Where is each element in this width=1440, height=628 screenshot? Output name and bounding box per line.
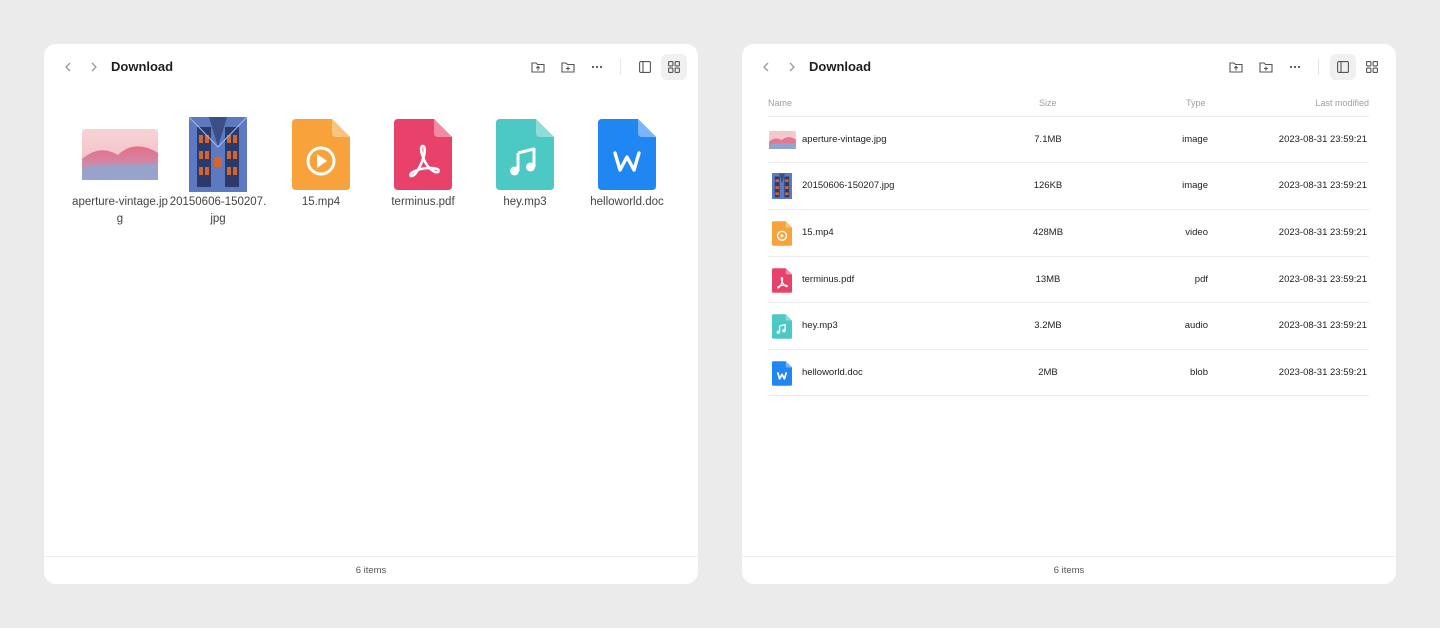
folder-add-icon bbox=[1259, 62, 1273, 73]
column-header-modified[interactable]: Last modified bbox=[1315, 98, 1369, 108]
table-row[interactable]: 20150606-150207.jpg 126KB image 2023-08-… bbox=[768, 162, 1369, 209]
table-row[interactable]: terminus.pdf 13MB pdf 2023-08-31 23:59:2… bbox=[768, 256, 1369, 303]
file-type: image bbox=[1182, 134, 1208, 145]
more-button[interactable] bbox=[1283, 55, 1307, 79]
pdf-file-icon bbox=[768, 267, 796, 293]
file-size: 7.1MB bbox=[1034, 134, 1062, 145]
video-file-icon bbox=[276, 116, 366, 192]
file-name: 15.mp4 bbox=[301, 196, 341, 208]
folder-upload-icon bbox=[531, 62, 545, 73]
sidebar-layout-icon bbox=[1337, 61, 1349, 73]
toolbar-divider bbox=[1318, 59, 1319, 75]
file-name: hey.mp3 bbox=[802, 320, 838, 331]
folder-title: Download bbox=[111, 59, 174, 74]
file-name: terminus.pdf bbox=[802, 274, 855, 285]
file-name: hey.mp3 bbox=[503, 196, 547, 208]
word-file-icon bbox=[582, 116, 672, 192]
back-button[interactable] bbox=[59, 58, 77, 76]
word-file-icon bbox=[768, 360, 796, 386]
status-bar: 6 items bbox=[44, 556, 698, 584]
new-folder-button[interactable] bbox=[1254, 55, 1278, 79]
more-horizontal-icon bbox=[591, 65, 603, 69]
table-header: Name Size Type Last modified bbox=[768, 96, 1369, 116]
chevron-left-icon bbox=[65, 62, 71, 72]
audio-file-icon bbox=[768, 313, 796, 339]
file-size: 13MB bbox=[1035, 274, 1061, 285]
column-header-name[interactable]: Name bbox=[768, 98, 792, 108]
file-type: audio bbox=[1184, 320, 1208, 331]
file-modified: 2023-08-31 23:59:21 bbox=[1278, 180, 1367, 191]
more-button[interactable] bbox=[585, 55, 609, 79]
file-type: video bbox=[1185, 227, 1208, 238]
file-modified: 2023-08-31 23:59:21 bbox=[1278, 134, 1367, 145]
file-name: 15.mp4 bbox=[802, 227, 834, 238]
file-size: 2MB bbox=[1038, 367, 1058, 378]
file-type: pdf bbox=[1194, 274, 1208, 285]
sidebar-layout-icon bbox=[639, 61, 651, 73]
folder-add-icon bbox=[561, 62, 575, 73]
forward-button[interactable] bbox=[85, 58, 103, 76]
landscape-thumbnail bbox=[75, 116, 165, 192]
toolbar: Download bbox=[44, 44, 698, 90]
file-modified: 2023-08-31 23:59:21 bbox=[1278, 227, 1367, 238]
file-name: helloworld.doc bbox=[802, 367, 863, 378]
new-folder-button[interactable] bbox=[556, 55, 580, 79]
file-size: 126KB bbox=[1033, 180, 1063, 191]
video-file-icon bbox=[768, 220, 796, 246]
more-horizontal-icon bbox=[1289, 65, 1301, 69]
back-button[interactable] bbox=[757, 58, 775, 76]
toolbar-divider bbox=[620, 59, 621, 75]
table-row[interactable]: 15.mp4 428MB video 2023-08-31 23:59:21 bbox=[768, 209, 1369, 256]
file-name: 20150606-150207.jpg bbox=[169, 196, 267, 225]
file-browser-grid-window: Download aperture-vintage.jpg 20150606-1… bbox=[44, 44, 698, 584]
grid-icon bbox=[668, 61, 680, 73]
column-header-size[interactable]: Size bbox=[1039, 98, 1057, 108]
upload-button[interactable] bbox=[526, 55, 550, 79]
file-name: terminus.pdf bbox=[391, 196, 455, 208]
table-row[interactable]: aperture-vintage.jpg 7.1MB image 2023-08… bbox=[768, 116, 1369, 163]
chevron-right-icon bbox=[789, 62, 795, 72]
file-modified: 2023-08-31 23:59:21 bbox=[1278, 320, 1367, 331]
pdf-file-icon bbox=[378, 116, 468, 192]
file-name: aperture-vintage.jpg bbox=[72, 196, 168, 225]
file-name: 20150606-150207.jpg bbox=[802, 180, 895, 191]
file-name: aperture-vintage.jpg bbox=[802, 134, 887, 145]
list-view-toggle[interactable] bbox=[1330, 54, 1356, 80]
grid-icon bbox=[1366, 61, 1378, 73]
toolbar: Download bbox=[742, 44, 1396, 90]
file-browser-list-window: Download Name Size Type Last modified ap… bbox=[742, 44, 1396, 584]
grid-view-toggle[interactable] bbox=[1359, 54, 1385, 80]
status-bar: 6 items bbox=[742, 556, 1396, 584]
file-type: image bbox=[1182, 180, 1208, 191]
file-type: blob bbox=[1190, 367, 1208, 378]
folder-title: Download bbox=[809, 59, 872, 74]
table-row[interactable]: hey.mp3 3.2MB audio 2023-08-31 23:59:21 bbox=[768, 302, 1369, 349]
file-size: 3.2MB bbox=[1034, 320, 1062, 331]
file-name: helloworld.doc bbox=[590, 196, 664, 208]
upload-button[interactable] bbox=[1224, 55, 1248, 79]
audio-file-icon bbox=[480, 116, 570, 192]
chevron-right-icon bbox=[91, 62, 97, 72]
file-size: 428MB bbox=[1032, 227, 1064, 238]
table-row[interactable]: helloworld.doc 2MB blob 2023-08-31 23:59… bbox=[768, 349, 1369, 396]
building-thumbnail bbox=[173, 116, 263, 192]
folder-upload-icon bbox=[1229, 62, 1243, 73]
landscape-thumbnail bbox=[768, 129, 796, 151]
building-thumbnail bbox=[768, 173, 796, 199]
chevron-left-icon bbox=[763, 62, 769, 72]
forward-button[interactable] bbox=[783, 58, 801, 76]
grid-view-toggle[interactable] bbox=[661, 54, 687, 80]
file-modified: 2023-08-31 23:59:21 bbox=[1278, 367, 1367, 378]
file-modified: 2023-08-31 23:59:21 bbox=[1278, 274, 1367, 285]
list-view-toggle[interactable] bbox=[632, 54, 658, 80]
column-header-type[interactable]: Type bbox=[1186, 98, 1206, 108]
